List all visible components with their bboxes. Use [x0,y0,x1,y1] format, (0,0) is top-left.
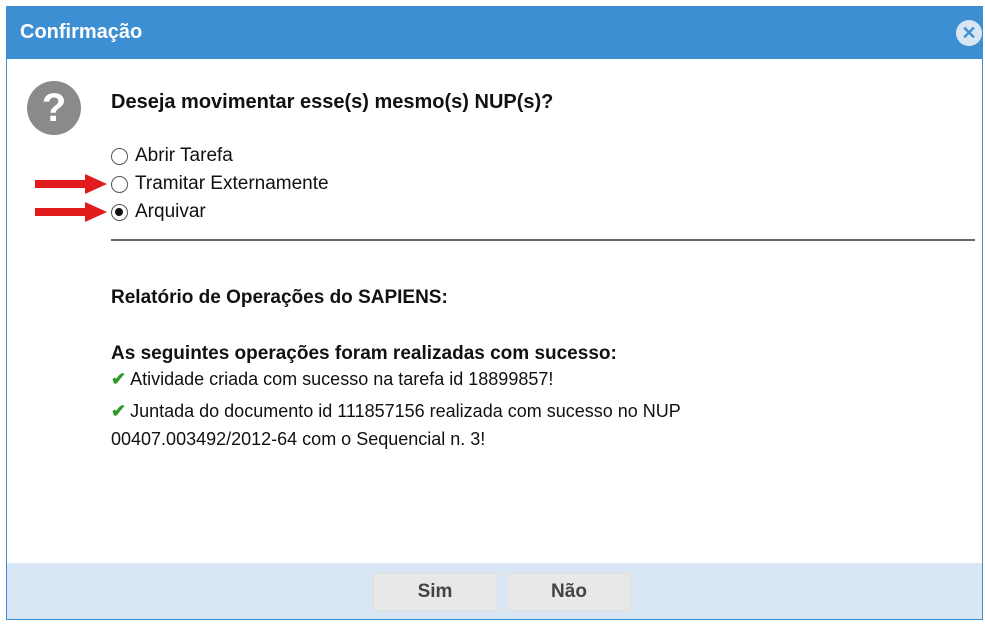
yes-button[interactable]: Sim [373,573,497,611]
red-arrow-icon [35,174,107,194]
dialog-question: Deseja movimentar esse(s) mesmo(s) NUP(s… [111,91,554,113]
radio-button[interactable] [111,147,128,165]
check-icon: ✔ [111,401,127,421]
check-icon: ✔ [111,369,127,389]
radio-option-tramitar-externamente[interactable]: Tramitar Externamente [111,172,329,196]
dialog-title: Confirmação [20,21,143,43]
radio-label: Abrir Tarefa [135,145,233,166]
dialog-footer: Sim Não [7,563,982,619]
close-icon[interactable]: ✕ [956,20,982,46]
radio-button[interactable] [111,175,128,193]
question-icon: ? [27,81,81,135]
report-line: ✔ Juntada do documento id 111857156 reali… [111,401,681,421]
radio-button-selected[interactable] [111,203,128,221]
radio-label: Tramitar Externamente [135,173,329,194]
dialog-titlebar: Confirmação ✕ [7,7,982,59]
report-line: 00407.003492/2012-64 com o Sequencial n.… [111,429,486,449]
divider [111,239,975,241]
red-arrow-icon [35,202,107,222]
confirmation-dialog: Confirmação ✕ ? Deseja movimentar esse(s… [6,6,983,620]
report-title: Relatório de Operações do SAPIENS: [111,287,448,308]
success-heading: As seguintes operações foram realizadas … [111,343,617,364]
radio-option-abrir-tarefa[interactable]: Abrir Tarefa [111,144,233,168]
no-button[interactable]: Não [507,573,631,611]
radio-label: Arquivar [135,201,206,222]
report-line: ✔ Atividade criada com sucesso na tarefa … [111,369,554,389]
radio-option-arquivar[interactable]: Arquivar [111,200,206,224]
